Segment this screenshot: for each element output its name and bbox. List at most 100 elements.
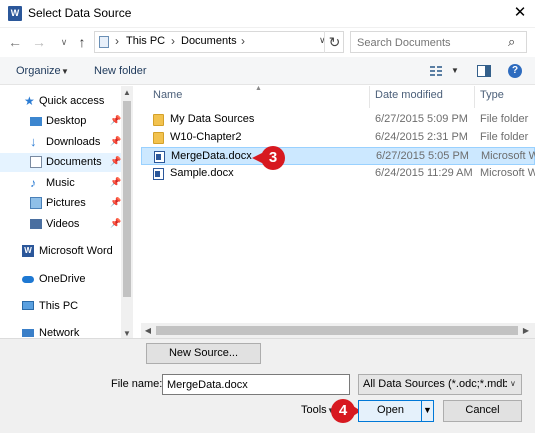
sidebar-item-microsoft-word[interactable]: W Microsoft Word — [0, 242, 121, 261]
chevron-down-icon: ∨ — [510, 379, 516, 388]
file-name: Sample.docx — [170, 167, 234, 179]
file-date: 6/24/2015 2:31 PM — [375, 131, 468, 143]
navigation-pane: ★ Quick access Desktop 📌 ↓ Downloads 📌 D… — [0, 86, 133, 342]
file-date: 6/27/2015 5:05 PM — [376, 150, 469, 162]
file-list: ▲ Name Date modified Type My Data Source… — [141, 85, 535, 342]
new-source-button[interactable]: New Source... — [146, 343, 261, 364]
step-4-callout: 4 — [331, 399, 355, 423]
close-button[interactable]: ✕ — [505, 0, 535, 26]
sidebar-item-label: Quick access — [39, 95, 105, 107]
cancel-button[interactable]: Cancel — [443, 400, 522, 422]
sidebar-item-desktop[interactable]: Desktop 📌 — [0, 112, 121, 131]
column-header-date-modified[interactable]: Date modified — [375, 89, 443, 101]
sidebar-item-label: Documents — [46, 156, 102, 168]
scroll-left-icon[interactable]: ◀ — [141, 323, 155, 338]
sidebar-item-label: Desktop — [46, 115, 87, 127]
file-name-input[interactable] — [167, 378, 345, 392]
caret-down-icon[interactable]: ▼ — [451, 66, 459, 75]
caret-down-icon[interactable]: ▼ — [61, 67, 69, 76]
sidebar-item-this-pc[interactable]: This PC — [0, 297, 121, 316]
file-type: File folder — [480, 131, 529, 143]
pin-icon[interactable]: 📌 — [110, 197, 121, 208]
file-type-filter[interactable]: All Data Sources (*.odc;*.mdb;* ∨ — [358, 374, 522, 395]
breadcrumb-chevron-icon[interactable]: › — [115, 34, 119, 48]
view-options-icon[interactable] — [430, 66, 443, 76]
file-row-my-data-sources[interactable]: My Data Sources 6/27/2015 5:09 PM File f… — [141, 111, 535, 129]
file-name: My Data Sources — [170, 113, 255, 125]
breadcrumb-documents[interactable]: Documents — [181, 35, 237, 47]
music-icon: ♪ — [30, 176, 36, 190]
forward-button[interactable]: → — [30, 31, 48, 53]
sidebar-item-label: Music — [46, 177, 75, 189]
file-name-field[interactable] — [162, 374, 350, 395]
sidebar-item-label: This PC — [39, 300, 79, 312]
computer-icon — [99, 36, 109, 48]
preview-pane-icon[interactable] — [477, 65, 491, 77]
sidebar-item-music[interactable]: ♪ Music 📌 — [0, 174, 121, 193]
split-divider — [421, 401, 422, 421]
sidebar-item-label: Videos — [46, 218, 80, 230]
scroll-right-icon[interactable]: ▶ — [519, 323, 533, 338]
sidebar-item-label: Microsoft Word — [39, 245, 113, 257]
search-box[interactable]: ⌕ — [350, 31, 527, 53]
file-type: Microsoft W — [481, 150, 535, 162]
pin-icon[interactable]: 📌 — [110, 177, 121, 188]
recent-locations-button[interactable]: ∨ — [55, 31, 73, 53]
sidebar-item-onedrive[interactable]: OneDrive — [0, 270, 121, 289]
folder-icon — [153, 132, 164, 144]
file-date: 6/27/2015 5:09 PM — [375, 113, 468, 125]
search-icon[interactable]: ⌕ — [508, 34, 515, 50]
file-type: Microsoft W — [480, 167, 535, 179]
window-title: Select Data Source — [28, 6, 132, 20]
open-button[interactable]: Open ▼ — [358, 400, 434, 422]
pin-icon[interactable]: 📌 — [110, 218, 121, 229]
sidebar-item-pictures[interactable]: Pictures 📌 — [0, 194, 121, 213]
network-icon — [22, 329, 34, 337]
breadcrumb-chevron-icon[interactable]: › — [171, 34, 175, 48]
pin-icon[interactable]: 📌 — [110, 156, 121, 167]
folder-icon — [153, 114, 164, 126]
pin-icon[interactable]: 📌 — [110, 136, 121, 147]
command-bar: Organize ▼ New folder ▼ ? — [0, 57, 535, 85]
up-button[interactable]: ↑ — [73, 31, 91, 53]
refresh-button[interactable]: ↻ — [324, 31, 344, 53]
star-icon: ★ — [24, 94, 35, 108]
pin-icon[interactable]: 📌 — [110, 115, 121, 126]
sidebar-item-label: OneDrive — [39, 273, 86, 285]
close-icon: ✕ — [513, 4, 527, 21]
file-type: File folder — [480, 113, 529, 125]
sidebar-item-videos[interactable]: Videos 📌 — [0, 215, 121, 234]
organize-menu[interactable]: Organize — [16, 65, 61, 77]
back-button[interactable]: ← — [6, 31, 24, 53]
column-divider[interactable] — [369, 86, 370, 108]
file-row-sample[interactable]: Sample.docx 6/24/2015 11:29 AM Microsoft… — [141, 165, 535, 183]
caret-down-icon[interactable]: ▼ — [423, 405, 432, 415]
file-row-mergedata[interactable]: MergeData.docx 6/27/2015 5:05 PM Microso… — [141, 147, 535, 165]
desktop-icon — [30, 117, 42, 126]
address-bar[interactable]: › This PC › Documents › ∨ — [94, 31, 344, 53]
sidebar-item-quick-access[interactable]: ★ Quick access — [0, 92, 121, 111]
step-3-callout: 3 — [261, 146, 285, 170]
download-icon: ↓ — [30, 134, 37, 149]
help-icon[interactable]: ? — [508, 64, 522, 78]
sidebar-item-downloads[interactable]: ↓ Downloads 📌 — [0, 133, 121, 152]
file-row-w10-chapter2[interactable]: W10-Chapter2 6/24/2015 2:31 PM File fold… — [141, 129, 535, 147]
sidebar-item-label: Pictures — [46, 197, 86, 209]
breadcrumb-this-pc[interactable]: This PC — [126, 35, 165, 47]
column-divider[interactable] — [474, 86, 475, 108]
breadcrumb-chevron-icon[interactable]: › — [241, 34, 245, 48]
open-button-label: Open — [377, 404, 404, 416]
word-icon: W — [22, 245, 34, 257]
horizontal-scroll-thumb[interactable] — [156, 326, 518, 335]
sort-ascending-icon: ▲ — [255, 85, 262, 92]
search-input[interactable] — [357, 35, 507, 51]
sidebar-scroll-thumb[interactable] — [123, 101, 131, 297]
column-header-name[interactable]: Name — [153, 89, 182, 101]
tools-menu[interactable]: Tools — [301, 404, 327, 416]
computer-icon — [22, 301, 34, 310]
new-folder-button[interactable]: New folder — [94, 65, 147, 77]
scroll-up-icon[interactable]: ▲ — [121, 86, 133, 100]
column-header-type[interactable]: Type — [480, 89, 504, 101]
sidebar-item-documents[interactable]: Documents 📌 — [0, 153, 121, 172]
videos-icon — [30, 219, 42, 229]
